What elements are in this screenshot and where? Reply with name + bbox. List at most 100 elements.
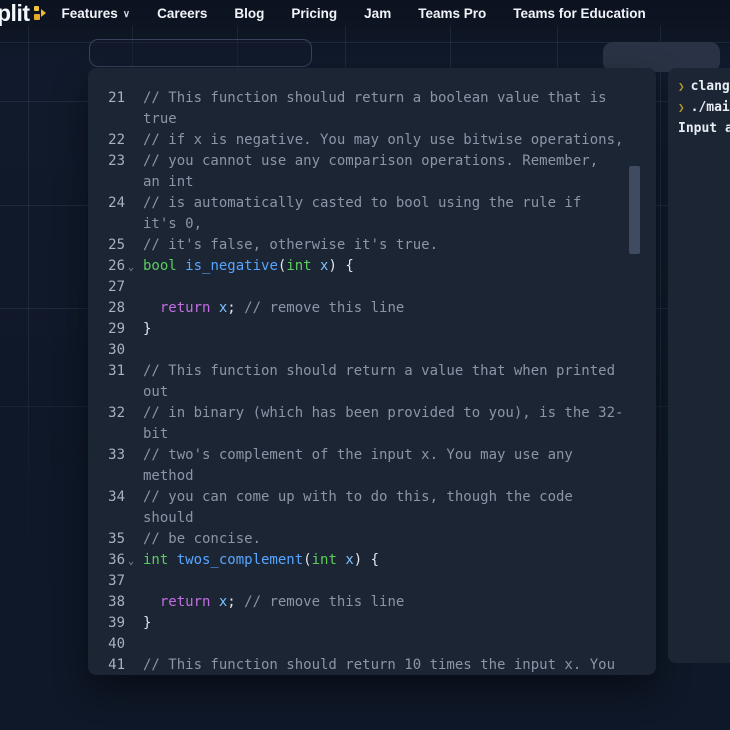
fold-gutter <box>125 361 143 382</box>
line-number: 29 <box>88 319 125 340</box>
code-token: int <box>312 552 337 568</box>
nav-item-features[interactable]: Features∨ <box>62 6 131 21</box>
code-line[interactable]: 38 return x; // remove this line <box>88 592 656 613</box>
code-line[interactable]: 40 <box>88 634 656 655</box>
replit-logo[interactable]: plit <box>0 0 46 26</box>
code-text: out <box>143 382 656 403</box>
line-number: 26 <box>88 256 125 277</box>
console-line: ❯ clang <box>678 76 730 97</box>
code-line[interactable]: true <box>88 109 656 130</box>
fold-gutter <box>125 403 143 424</box>
code-text: // This function shoulud return a boolea… <box>143 88 656 109</box>
nav-item-pricing[interactable]: Pricing <box>291 6 337 21</box>
code-line[interactable]: 25// it's false, otherwise it's true. <box>88 235 656 256</box>
code-text: } <box>143 319 656 340</box>
nav-item-jam[interactable]: Jam <box>364 6 391 21</box>
nav-item-blog[interactable]: Blog <box>234 6 264 21</box>
code-token: bool <box>143 258 185 274</box>
code-line[interactable]: 36⌄int twos_complement(int x) { <box>88 550 656 571</box>
code-token: // you cannot use any comparison operati… <box>143 153 598 169</box>
line-number <box>88 214 125 235</box>
console-text: Input a <box>678 121 730 136</box>
chevron-down-icon: ∨ <box>123 9 130 20</box>
code-text: // be concise. <box>143 529 656 550</box>
fold-gutter <box>125 130 143 151</box>
code-line[interactable]: 35// be concise. <box>88 529 656 550</box>
code-line[interactable]: method <box>88 466 656 487</box>
code-line[interactable]: bit <box>88 424 656 445</box>
code-line[interactable]: should <box>88 508 656 529</box>
code-token: ; <box>227 594 235 610</box>
fold-gutter <box>125 340 143 361</box>
fold-gutter <box>125 655 143 675</box>
code-line[interactable]: 26⌄bool is_negative(int x) { <box>88 256 656 277</box>
code-text: // it's false, otherwise it's true. <box>143 235 656 256</box>
code-token: // be concise. <box>143 531 261 547</box>
line-number: 41 <box>88 655 125 675</box>
code-line[interactable]: 34// you can come up with to do this, th… <box>88 487 656 508</box>
fold-gutter <box>125 235 143 256</box>
logo-text: plit <box>0 0 30 26</box>
code-line[interactable]: an int <box>88 172 656 193</box>
code-line[interactable]: 37 <box>88 571 656 592</box>
code-line[interactable]: 29} <box>88 319 656 340</box>
nav-item-teams-pro[interactable]: Teams Pro <box>418 6 486 21</box>
code-line[interactable]: out <box>88 382 656 403</box>
code-line[interactable]: 41 // This function should return 10 time… <box>88 655 656 675</box>
console-panel[interactable]: ❯clang❯./maiInput a <box>668 68 730 663</box>
code-token: // remove this line <box>236 594 405 610</box>
code-token: } <box>143 321 151 337</box>
code-token: // This function should return 10 times … <box>143 657 615 673</box>
code-text: true <box>143 109 656 130</box>
code-line[interactable]: 32 // in binary (which has been provided … <box>88 403 656 424</box>
console-line: Input a <box>678 118 730 139</box>
console-text: clang <box>691 79 730 94</box>
line-number: 40 <box>88 634 125 655</box>
nav-item-teams-for-education[interactable]: Teams for Education <box>513 6 646 21</box>
fold-gutter <box>125 193 143 214</box>
code-token: int <box>286 258 311 274</box>
code-token <box>143 594 160 610</box>
nav-items: Features∨ Careers Blog Pricing Jam Teams Pro T… <box>62 6 673 21</box>
fold-gutter <box>125 613 143 634</box>
fold-gutter <box>125 508 143 529</box>
code-line[interactable]: 24// is automatically casted to bool usi… <box>88 193 656 214</box>
line-number: 32 <box>88 403 125 424</box>
code-line[interactable]: 33// two's complement of the input x. Yo… <box>88 445 656 466</box>
code-area[interactable]: 21// This function shoulud return a bool… <box>88 68 656 675</box>
code-line[interactable]: 21// This function shoulud return a bool… <box>88 88 656 109</box>
code-token: ) { <box>328 258 353 274</box>
code-line[interactable]: 23// you cannot use any comparison opera… <box>88 151 656 172</box>
code-line[interactable]: 27 <box>88 277 656 298</box>
line-number: 38 <box>88 592 125 613</box>
fold-gutter <box>125 298 143 319</box>
fold-gutter[interactable]: ⌄ <box>125 256 143 277</box>
fold-gutter[interactable]: ⌄ <box>125 550 143 571</box>
line-number: 22 <box>88 130 125 151</box>
code-line[interactable]: 31 // This function should return a value… <box>88 361 656 382</box>
nav-item-careers[interactable]: Careers <box>157 6 207 21</box>
code-token: } <box>143 615 151 631</box>
code-text: // you can come up with to do this, thou… <box>143 487 656 508</box>
code-line[interactable]: it's 0, <box>88 214 656 235</box>
code-text: should <box>143 508 656 529</box>
code-text <box>143 340 656 361</box>
code-line[interactable]: 30 <box>88 340 656 361</box>
line-number: 27 <box>88 277 125 298</box>
shell-prompt-icon: ❯ <box>678 80 685 93</box>
code-token: x <box>210 300 227 316</box>
fold-gutter <box>125 109 143 130</box>
code-text: // This function should return 10 times … <box>143 655 656 675</box>
code-line[interactable]: 39} <box>88 613 656 634</box>
fold-chevron-icon: ⌄ <box>128 556 134 567</box>
code-token: // in binary (which has been provided to… <box>143 405 623 421</box>
code-token: ; <box>227 300 235 316</box>
code-token: // is automatically casted to bool using… <box>143 195 581 211</box>
code-line[interactable]: 22// if x is negative. You may only use … <box>88 130 656 151</box>
code-line[interactable]: 28 return x; // remove this line <box>88 298 656 319</box>
code-text: // This function should return a value t… <box>143 361 656 382</box>
editor-scrollbar-thumb[interactable] <box>629 166 640 254</box>
code-token: should <box>143 510 194 526</box>
code-token: an int <box>143 174 194 190</box>
line-number: 31 <box>88 361 125 382</box>
